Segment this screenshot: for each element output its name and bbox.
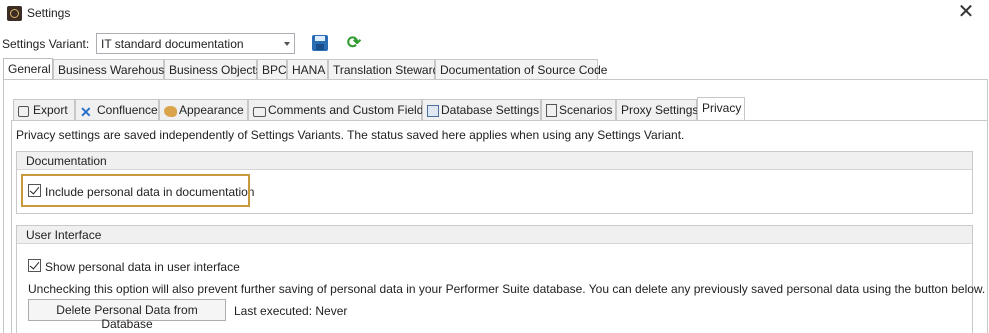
tab-export[interactable]: Export (13, 99, 75, 120)
tab-confluence[interactable]: ✕ Confluence (75, 99, 159, 120)
settings-variant-dropdown[interactable]: IT standard documentation (96, 33, 295, 54)
scenarios-icon (546, 104, 557, 117)
app-logo-icon (7, 6, 22, 21)
tab-database-settings[interactable]: Database Settings (422, 99, 541, 120)
tab-business-objects[interactable]: Business Objects (164, 59, 262, 79)
settings-variant-row: Settings Variant: IT standard documentat… (0, 32, 989, 56)
refresh-icon[interactable]: ⟳ (345, 34, 363, 52)
show-personal-data-checkbox[interactable] (28, 259, 41, 272)
tab-confluence-label: Confluence (97, 103, 158, 117)
export-icon (18, 106, 29, 117)
documentation-group-header: Documentation (17, 152, 972, 170)
show-personal-data-label[interactable]: Show personal data in user interface (45, 260, 240, 274)
tab-scenarios-label: Scenarios (559, 103, 613, 117)
comment-icon (253, 107, 266, 117)
settings-variant-value: IT standard documentation (101, 37, 244, 51)
tab-translation-steward[interactable]: Translation Steward (328, 59, 439, 79)
tab-export-label: Export (33, 103, 68, 117)
title-bar: Settings ✕ (0, 0, 989, 28)
user-interface-info-text: Unchecking this option will also prevent… (28, 282, 986, 296)
save-icon[interactable] (312, 35, 328, 51)
tab-proxy-settings[interactable]: Proxy Settings (616, 99, 698, 120)
close-button[interactable]: ✕ (952, 2, 980, 24)
delete-personal-data-button[interactable]: Delete Personal Data from Database (28, 299, 226, 331)
tab-bpc[interactable]: BPC (257, 59, 287, 79)
palette-icon (164, 106, 177, 117)
highlight-box (21, 174, 250, 207)
inner-tab-bar: Export ✕ Confluence Appearance Comments a… (13, 97, 973, 121)
tab-comments-and-custom-fields[interactable]: Comments and Custom Fields (248, 99, 429, 120)
privacy-note: Privacy settings are saved independently… (16, 128, 685, 142)
tab-business-warehouse[interactable]: Business Warehouse (53, 59, 171, 79)
tab-general[interactable]: General (3, 58, 53, 80)
tab-comments-label: Comments and Custom Fields (268, 103, 430, 117)
database-icon (427, 105, 439, 117)
tab-appearance[interactable]: Appearance (159, 99, 248, 120)
confluence-icon: ✕ (80, 104, 92, 120)
tab-appearance-label: Appearance (179, 103, 244, 117)
tab-documentation-of-source-code[interactable]: Documentation of Source Code (435, 59, 607, 79)
last-executed-text: Last executed: Never (234, 304, 348, 318)
settings-variant-label: Settings Variant: (2, 37, 90, 51)
user-interface-group-header: User Interface (17, 226, 972, 244)
window-title: Settings (27, 6, 71, 20)
tab-scenarios[interactable]: Scenarios (541, 99, 616, 120)
top-tab-bar: General Business Warehouse Business Obje… (3, 58, 989, 80)
tab-hana[interactable]: HANA (287, 59, 328, 79)
tab-privacy[interactable]: Privacy (697, 97, 745, 121)
chevron-down-icon (284, 42, 290, 46)
tab-database-settings-label: Database Settings (441, 103, 540, 117)
